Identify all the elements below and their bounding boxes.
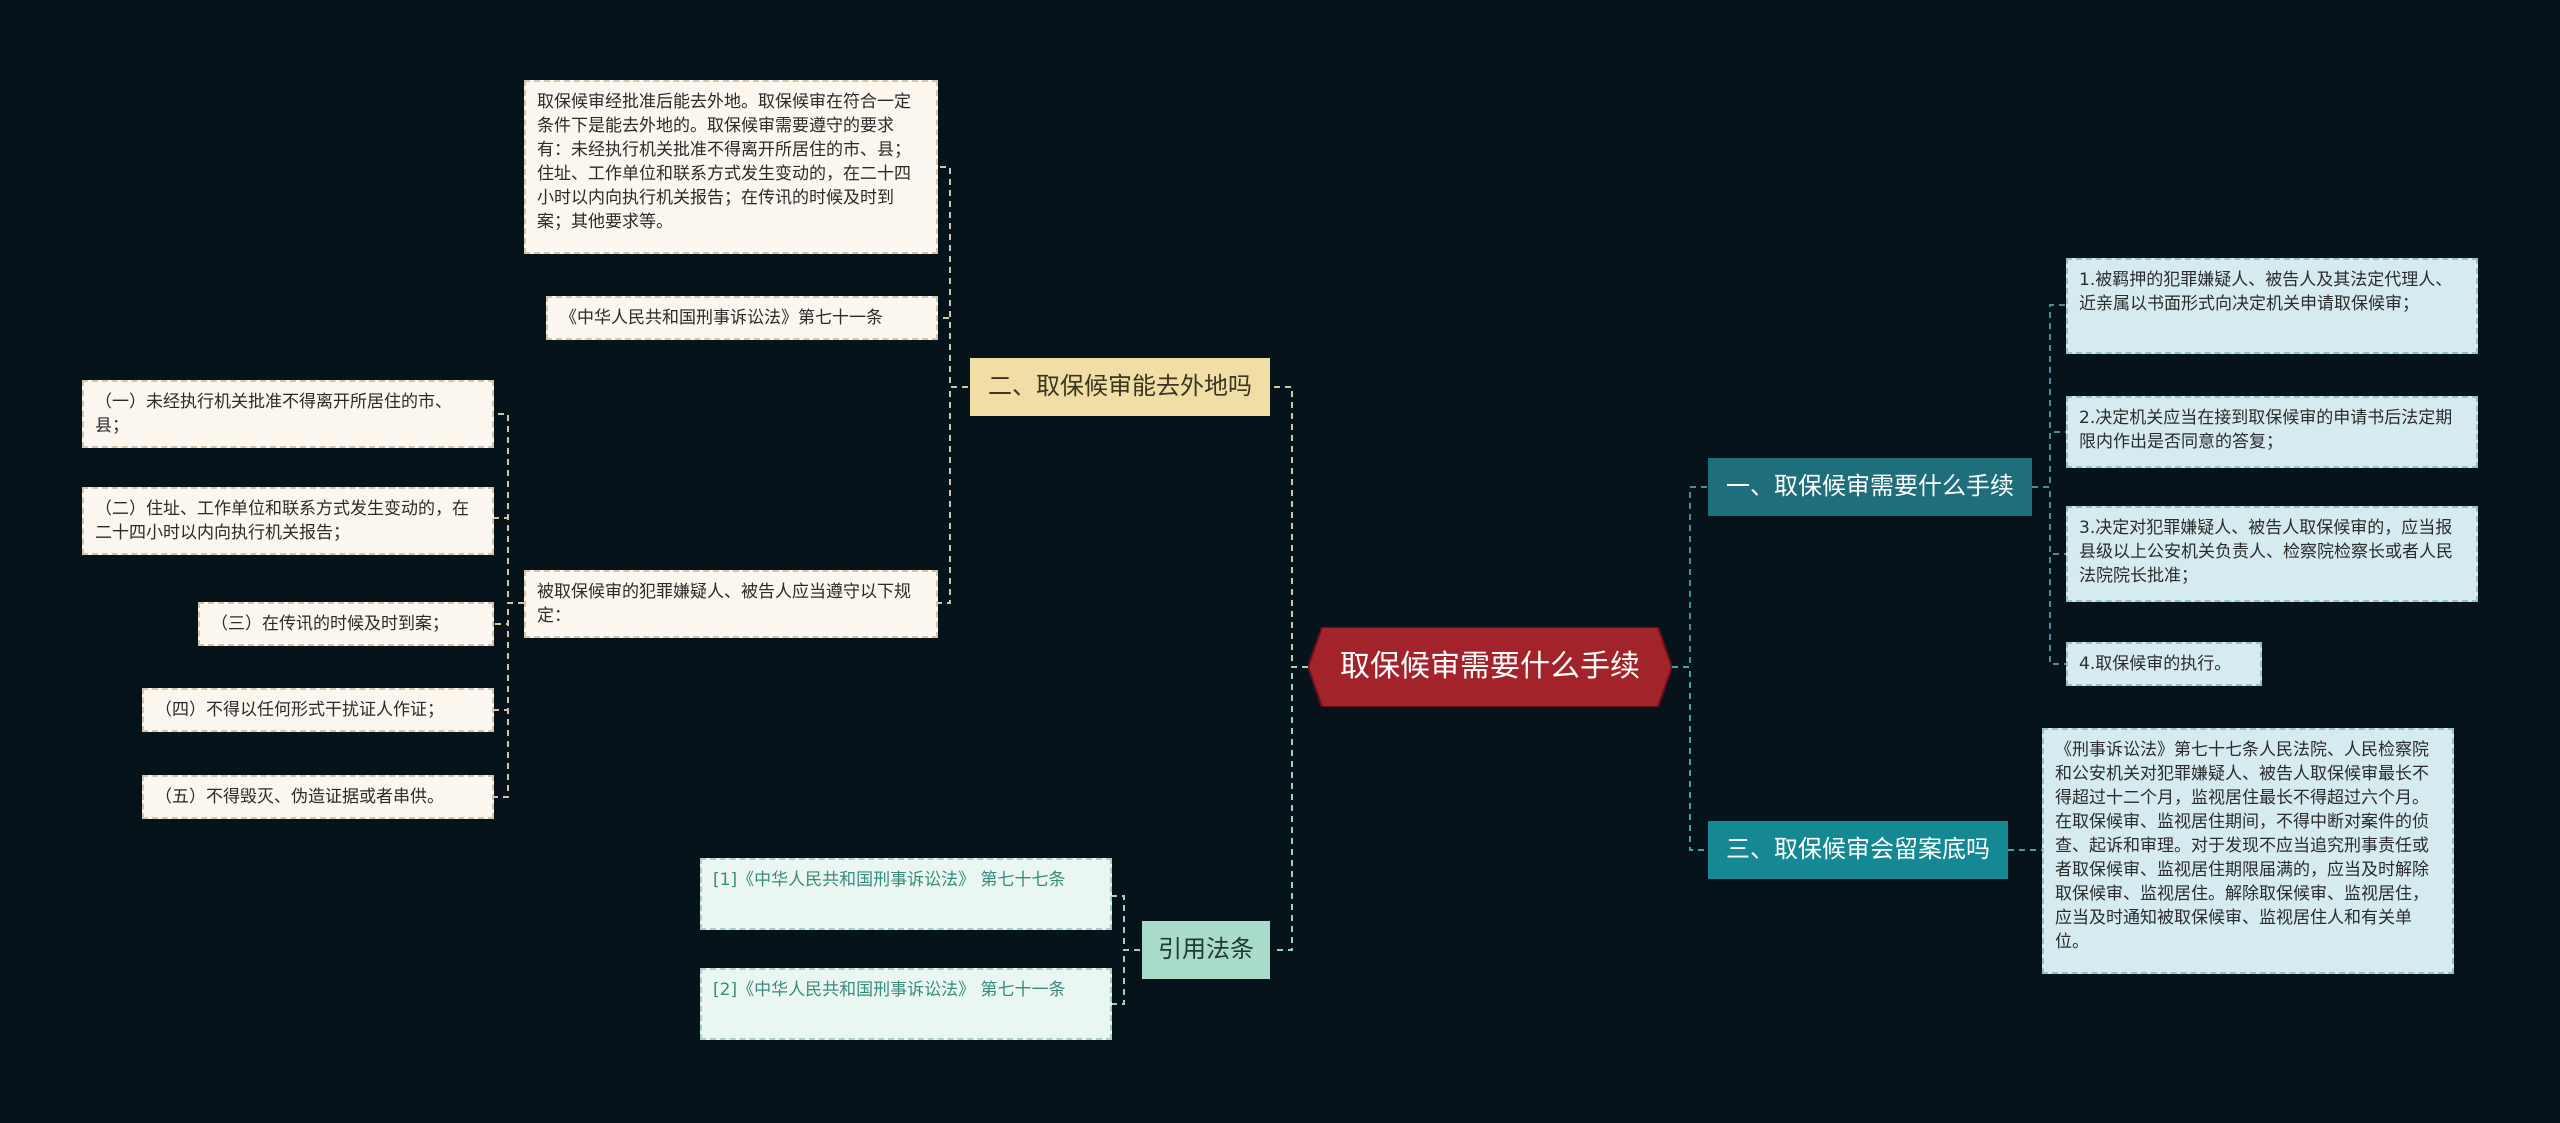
rule-item-5: （五）不得毁灭、伪造证据或者串供。 <box>142 775 494 819</box>
branch-criminal-record[interactable]: 三、取保候审会留案底吗 <box>1708 821 2008 879</box>
central-topic-label: 取保候审需要什么手续 <box>1340 649 1640 684</box>
central-topic[interactable]: 取保候审需要什么手续 <box>1308 627 1672 707</box>
procedure-step-4: 4.取保候审的执行。 <box>2066 642 2262 686</box>
procedure-step-2: 2.决定机关应当在接到取保候审的申请书后法定期限内作出是否同意的答复； <box>2066 396 2478 468</box>
procedure-step-1: 1.被羁押的犯罪嫌疑人、被告人及其法定代理人、近亲属以书面形式向决定机关申请取保… <box>2066 258 2478 354</box>
mind-map: 取保候审需要什么手续 二、取保候审能去外地吗 取保候审经批准后能去外地。取保候审… <box>0 0 2560 1123</box>
travel-answer-note: 取保候审经批准后能去外地。取保候审在符合一定条件下是能去外地的。取保候审需要遵守… <box>524 80 938 254</box>
branch-citations[interactable]: 引用法条 <box>1142 921 1270 979</box>
travel-rules-intro: 被取保候审的犯罪嫌疑人、被告人应当遵守以下规定： <box>524 570 938 638</box>
branch-procedures[interactable]: 一、取保候审需要什么手续 <box>1708 458 2032 516</box>
branch-can-travel[interactable]: 二、取保候审能去外地吗 <box>970 358 1270 416</box>
rule-item-3: （三）在传讯的时候及时到案； <box>198 602 494 646</box>
rule-item-1: （一）未经执行机关批准不得离开所居住的市、县； <box>82 380 494 448</box>
rule-item-2: （二）住址、工作单位和联系方式发生变动的，在二十四小时以内向执行机关报告； <box>82 487 494 555</box>
record-answer-note: 《刑事诉讼法》第七十七条人民法院、人民检察院和公安机关对犯罪嫌疑人、被告人取保候… <box>2042 728 2454 974</box>
citation-item-2[interactable]: [2]《中华人民共和国刑事诉讼法》 第七十一条 <box>700 968 1112 1040</box>
citation-item-1[interactable]: [1]《中华人民共和国刑事诉讼法》 第七十七条 <box>700 858 1112 930</box>
travel-law-reference: 《中华人民共和国刑事诉讼法》第七十一条 <box>546 296 938 340</box>
rule-item-4: （四）不得以任何形式干扰证人作证； <box>142 688 494 732</box>
procedure-step-3: 3.决定对犯罪嫌疑人、被告人取保候审的，应当报县级以上公安机关负责人、检察院检察… <box>2066 506 2478 602</box>
